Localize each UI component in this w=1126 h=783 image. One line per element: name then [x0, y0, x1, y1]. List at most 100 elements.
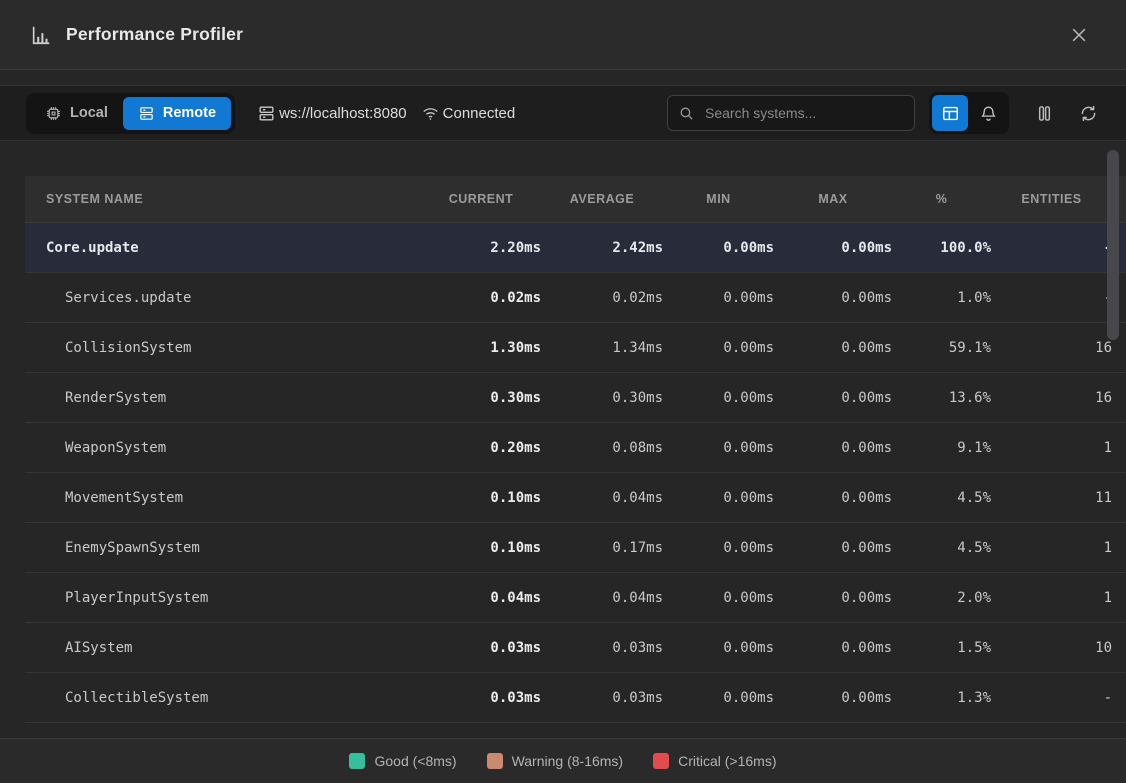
entities-cell: - [991, 223, 1126, 273]
connection-status: Connected [421, 104, 516, 123]
table-view-button[interactable] [932, 95, 968, 131]
max-ms-cell: 0.00ms [774, 523, 892, 573]
min-ms-cell: 0.00ms [663, 223, 774, 273]
cpu-chip-icon [45, 105, 62, 122]
table-row[interactable]: Services.update 0.02ms 0.02ms 0.00ms 0.0… [25, 273, 1126, 323]
search-icon [678, 105, 703, 122]
column-header-current[interactable]: CURRENT [421, 176, 541, 223]
entities-cell: 11 [991, 473, 1126, 523]
percent-cell: 59.1% [892, 323, 991, 373]
table-row[interactable]: CollisionSystem 1.30ms 1.34ms 0.00ms 0.0… [25, 323, 1126, 373]
percent-cell: 4.5% [892, 473, 991, 523]
column-header-max[interactable]: MAX [774, 176, 892, 223]
column-header-system-name[interactable]: SYSTEM NAME [25, 176, 421, 223]
max-ms-cell: 0.00ms [774, 673, 892, 723]
percent-cell: 4.5% [892, 523, 991, 573]
system-name-cell: Services.update [25, 273, 421, 323]
average-ms-cell: 0.02ms [541, 273, 663, 323]
system-name-cell: CollisionSystem [25, 323, 421, 373]
min-ms-cell: 0.00ms [663, 423, 774, 473]
average-ms-cell: 0.04ms [541, 573, 663, 623]
legend-label: Good (<8ms) [374, 753, 456, 769]
column-header-average[interactable]: AVERAGE [541, 176, 663, 223]
page-title: Performance Profiler [66, 24, 243, 45]
table-row[interactable]: RenderSystem 0.30ms 0.30ms 0.00ms 0.00ms… [25, 373, 1126, 423]
max-ms-cell: 0.00ms [774, 373, 892, 423]
spacer [0, 70, 1126, 85]
current-ms-cell: 0.03ms [421, 623, 541, 673]
refresh-button[interactable] [1076, 101, 1100, 125]
server-icon [138, 105, 155, 122]
legend-label: Critical (>16ms) [678, 753, 776, 769]
view-button-group [929, 92, 1009, 134]
remote-source-label: Remote [163, 105, 216, 121]
pause-button[interactable] [1032, 101, 1056, 125]
max-ms-cell: 0.00ms [774, 223, 892, 273]
current-ms-cell: 0.03ms [421, 673, 541, 723]
system-name-cell: CollectibleSystem [25, 673, 421, 723]
table-row[interactable]: PlayerInputSystem 0.04ms 0.04ms 0.00ms 0… [25, 573, 1126, 623]
table-row[interactable]: WeaponSystem 0.20ms 0.08ms 0.00ms 0.00ms… [25, 423, 1126, 473]
source-toggle: Local Remote [26, 93, 235, 134]
entities-cell: 1 [991, 423, 1126, 473]
entities-cell: 16 [991, 323, 1126, 373]
legend-label: Warning (8-16ms) [512, 753, 624, 769]
local-source-label: Local [70, 105, 108, 121]
min-ms-cell: 0.00ms [663, 323, 774, 373]
legend-item: Warning (8-16ms) [487, 753, 624, 769]
entities-cell: 1 [991, 523, 1126, 573]
table-row[interactable]: AISystem 0.03ms 0.03ms 0.00ms 0.00ms 1.5… [25, 623, 1126, 673]
system-name-cell: AISystem [25, 623, 421, 673]
remote-source-button[interactable]: Remote [123, 97, 231, 130]
close-icon [1069, 25, 1089, 45]
table-row[interactable]: MovementSystem 0.10ms 0.04ms 0.00ms 0.00… [25, 473, 1126, 523]
average-ms-cell: 0.17ms [541, 523, 663, 573]
column-header-entities[interactable]: ENTITIES [991, 176, 1126, 223]
current-ms-cell: 0.10ms [421, 523, 541, 573]
current-ms-cell: 1.30ms [421, 323, 541, 373]
table-row[interactable]: EnemySpawnSystem 0.10ms 0.17ms 0.00ms 0.… [25, 523, 1126, 573]
percent-cell: 1.0% [892, 273, 991, 323]
min-ms-cell: 0.00ms [663, 523, 774, 573]
average-ms-cell: 0.30ms [541, 373, 663, 423]
min-ms-cell: 0.00ms [663, 623, 774, 673]
average-ms-cell: 0.04ms [541, 473, 663, 523]
max-ms-cell: 0.00ms [774, 273, 892, 323]
pause-icon [1034, 103, 1055, 124]
current-ms-cell: 2.20ms [421, 223, 541, 273]
refresh-icon [1078, 103, 1099, 124]
min-ms-cell: 0.00ms [663, 573, 774, 623]
table-row[interactable]: CollectibleSystem 0.03ms 0.03ms 0.00ms 0… [25, 673, 1126, 723]
table-view-icon [941, 104, 960, 123]
current-ms-cell: 0.30ms [421, 373, 541, 423]
max-ms-cell: 0.00ms [774, 473, 892, 523]
local-source-button[interactable]: Local [30, 97, 123, 130]
max-ms-cell: 0.00ms [774, 323, 892, 373]
connection-info: ws://localhost:8080 Connected [257, 104, 515, 123]
alerts-button[interactable] [970, 95, 1006, 131]
websocket-url-text: ws://localhost:8080 [279, 105, 407, 122]
percent-cell: 1.3% [892, 673, 991, 723]
entities-cell: - [991, 673, 1126, 723]
close-button[interactable] [1062, 18, 1096, 52]
table-row[interactable]: Core.update 2.20ms 2.42ms 0.00ms 0.00ms … [25, 223, 1126, 273]
vertical-scrollbar-thumb[interactable] [1107, 150, 1119, 340]
column-header-percent[interactable]: % [892, 176, 991, 223]
column-header-min[interactable]: MIN [663, 176, 774, 223]
search-box [667, 95, 915, 131]
server-icon [257, 104, 276, 123]
entities-cell: - [991, 273, 1126, 323]
system-name-cell: WeaponSystem [25, 423, 421, 473]
max-ms-cell: 0.00ms [774, 573, 892, 623]
performance-profiler-window: Performance Profiler Local [0, 0, 1126, 783]
entities-cell: 10 [991, 623, 1126, 673]
system-table-body: Core.update 2.20ms 2.42ms 0.00ms 0.00ms … [25, 223, 1126, 723]
titlebar: Performance Profiler [0, 0, 1126, 70]
search-input[interactable] [703, 104, 904, 122]
percent-cell: 9.1% [892, 423, 991, 473]
entities-cell: 16 [991, 373, 1126, 423]
current-ms-cell: 0.02ms [421, 273, 541, 323]
max-ms-cell: 0.00ms [774, 423, 892, 473]
system-name-cell: EnemySpawnSystem [25, 523, 421, 573]
average-ms-cell: 0.08ms [541, 423, 663, 473]
